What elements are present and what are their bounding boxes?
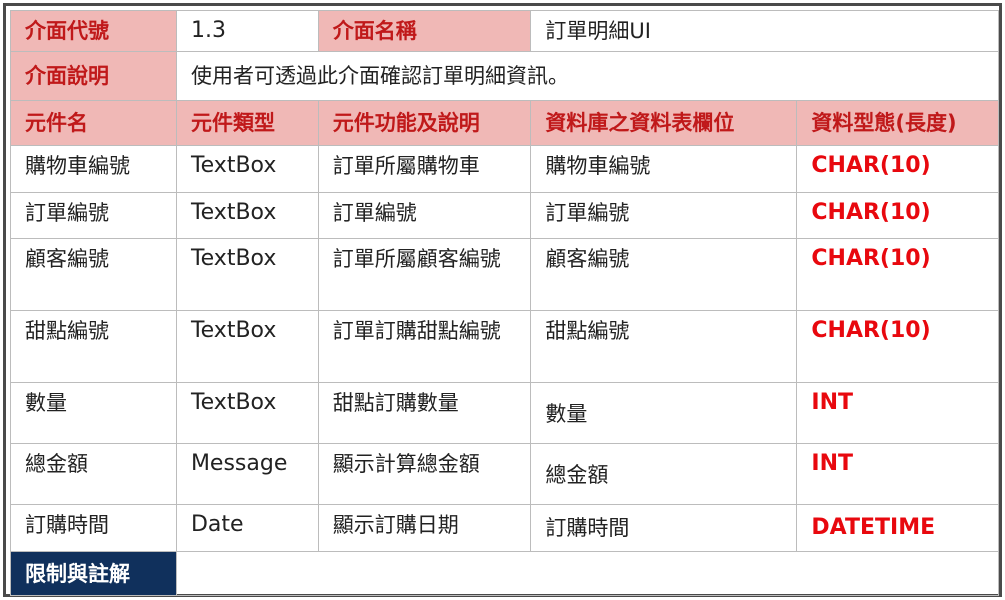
cell-component-type: TextBox bbox=[175, 145, 319, 193]
interface-code-label: 介面代號 bbox=[10, 10, 177, 52]
cell-data-type: INT bbox=[796, 443, 999, 505]
cell-component-name: 訂單編號 bbox=[10, 192, 177, 239]
interface-name-value: 訂單明細UI bbox=[530, 10, 999, 52]
notes-value bbox=[175, 551, 1000, 596]
cell-component-type: TextBox bbox=[175, 192, 319, 239]
cell-db-field: 訂購時間 bbox=[530, 504, 798, 552]
table-row: 甜點編號 TextBox 訂單訂購甜點編號 甜點編號 CHAR(10) bbox=[10, 310, 999, 383]
table-row: 顧客編號 TextBox 訂單所屬顧客編號 顧客編號 CHAR(10) bbox=[10, 238, 999, 311]
col-header-db-field: 資料庫之資料表欄位 bbox=[530, 100, 798, 146]
cell-db-field: 購物車編號 bbox=[530, 145, 798, 193]
cell-component-type: Message bbox=[175, 443, 319, 505]
cell-function: 顯示訂購日期 bbox=[317, 504, 532, 552]
cell-data-type: CHAR(10) bbox=[796, 310, 999, 383]
table-row: 訂單編號 TextBox 訂單編號 訂單編號 CHAR(10) bbox=[10, 192, 999, 239]
table-row: 購物車編號 TextBox 訂單所屬購物車 購物車編號 CHAR(10) bbox=[10, 145, 999, 193]
cell-component-name: 顧客編號 bbox=[10, 238, 177, 311]
table-row: 數量 TextBox 甜點訂購數量 數量 INT bbox=[10, 382, 999, 444]
interface-desc-value: 使用者可透過此介面確認訂單明細資訊。 bbox=[175, 51, 1000, 101]
cell-db-field: 數量 bbox=[530, 382, 798, 444]
cell-component-name: 訂購時間 bbox=[10, 504, 177, 552]
cell-data-type: CHAR(10) bbox=[796, 238, 999, 311]
cell-component-name: 甜點編號 bbox=[10, 310, 177, 383]
col-header-data-type: 資料型態(長度) bbox=[796, 100, 999, 146]
interface-spec-table: 介面代號 1.3 介面名稱 訂單明細UI 介面說明 使用者可透過此介面確認訂單明… bbox=[10, 10, 1000, 596]
cell-function: 訂單編號 bbox=[317, 192, 532, 239]
cell-component-name: 數量 bbox=[10, 382, 177, 444]
cell-db-field: 顧客編號 bbox=[530, 238, 798, 311]
spec-table-frame: 介面代號 1.3 介面名稱 訂單明細UI 介面說明 使用者可透過此介面確認訂單明… bbox=[3, 3, 1002, 597]
col-header-function: 元件功能及說明 bbox=[317, 100, 532, 146]
interface-desc-label: 介面說明 bbox=[10, 51, 177, 101]
cell-data-type: CHAR(10) bbox=[796, 192, 999, 239]
header-row-code: 介面代號 1.3 介面名稱 訂單明細UI bbox=[10, 10, 999, 52]
table-row: 總金額 Message 顯示計算總金額 總金額 INT bbox=[10, 443, 999, 505]
column-header-row: 元件名 元件類型 元件功能及說明 資料庫之資料表欄位 資料型態(長度) bbox=[10, 100, 999, 146]
cell-component-name: 購物車編號 bbox=[10, 145, 177, 193]
cell-db-field: 訂單編號 bbox=[530, 192, 798, 239]
interface-name-label: 介面名稱 bbox=[317, 10, 532, 52]
notes-row: 限制與註解 bbox=[10, 551, 1000, 596]
cell-data-type: INT bbox=[796, 382, 999, 444]
cell-function: 訂單訂購甜點編號 bbox=[317, 310, 532, 383]
cell-component-type: TextBox bbox=[175, 238, 319, 311]
table-row: 訂購時間 Date 顯示訂購日期 訂購時間 DATETIME bbox=[10, 504, 999, 552]
cell-component-type: TextBox bbox=[175, 382, 319, 444]
cell-db-field: 甜點編號 bbox=[530, 310, 798, 383]
cell-component-type: TextBox bbox=[175, 310, 319, 383]
cell-function: 顯示計算總金額 bbox=[317, 443, 532, 505]
interface-code-value: 1.3 bbox=[175, 10, 319, 52]
cell-function: 甜點訂購數量 bbox=[317, 382, 532, 444]
col-header-name: 元件名 bbox=[10, 100, 177, 146]
cell-component-type: Date bbox=[175, 504, 319, 552]
cell-function: 訂單所屬購物車 bbox=[317, 145, 532, 193]
cell-function: 訂單所屬顧客編號 bbox=[317, 238, 532, 311]
cell-data-type: DATETIME bbox=[796, 504, 999, 552]
cell-db-field: 總金額 bbox=[530, 443, 798, 505]
notes-label: 限制與註解 bbox=[10, 551, 177, 596]
cell-data-type: CHAR(10) bbox=[796, 145, 999, 193]
col-header-type: 元件類型 bbox=[175, 100, 319, 146]
cell-component-name: 總金額 bbox=[10, 443, 177, 505]
header-row-desc: 介面說明 使用者可透過此介面確認訂單明細資訊。 bbox=[10, 51, 1000, 101]
